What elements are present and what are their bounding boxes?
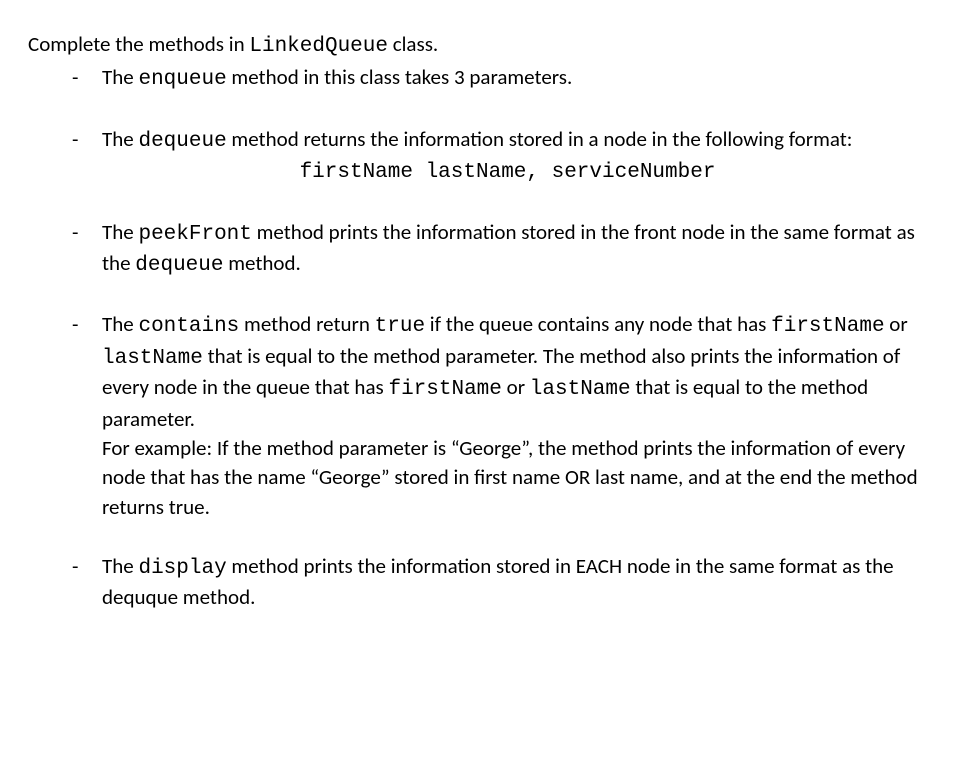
list-item-dequeue: The dequeue method returns the informati… <box>72 125 943 188</box>
list-item-contains: The contains method return true if the q… <box>72 310 943 522</box>
code-contains: contains <box>138 315 239 338</box>
code-lastname: lastName <box>102 347 203 370</box>
contains-example: For example: If the method parameter is … <box>102 434 943 522</box>
dequeue-format-line: firstName lastName, serviceNumber <box>72 158 943 187</box>
text: The <box>102 126 138 152</box>
text: method return <box>239 311 374 337</box>
code-dequeue-ref: dequeue <box>135 254 223 277</box>
contains-main: The contains method return true if the q… <box>102 310 943 434</box>
code-display: display <box>138 557 226 580</box>
intro-line: Complete the methods in LinkedQueue clas… <box>28 30 943 61</box>
code-peekfront: peekFront <box>138 223 251 246</box>
code-lastname-2: lastName <box>530 378 631 401</box>
text: method. <box>223 250 300 276</box>
text: The <box>102 553 138 579</box>
code-true: true <box>375 315 425 338</box>
code-firstname: firstName <box>771 315 884 338</box>
intro-suffix: class. <box>388 31 438 57</box>
text: or <box>502 374 530 400</box>
list-item-display: The display method prints the informatio… <box>72 552 943 613</box>
dequeue-text: The dequeue method returns the informati… <box>102 125 943 156</box>
text: The <box>102 219 138 245</box>
bullet-list: The enqueue method in this class takes 3… <box>72 63 943 612</box>
code-firstname-2: firstName <box>388 378 501 401</box>
text: The <box>102 64 138 90</box>
text: method in this class takes 3 parameters. <box>227 64 573 90</box>
text: method returns the information stored in… <box>227 126 853 152</box>
text: or <box>885 311 908 337</box>
code-enqueue: enqueue <box>138 68 226 91</box>
list-item-peekfront: The peekFront method prints the informat… <box>72 218 943 281</box>
intro-prefix: Complete the methods in <box>28 31 249 57</box>
text: if the queue contains any node that has <box>425 311 771 337</box>
intro-classname: LinkedQueue <box>249 35 388 58</box>
text: The <box>102 311 138 337</box>
list-item-enqueue: The enqueue method in this class takes 3… <box>72 63 943 94</box>
code-dequeue: dequeue <box>138 130 226 153</box>
